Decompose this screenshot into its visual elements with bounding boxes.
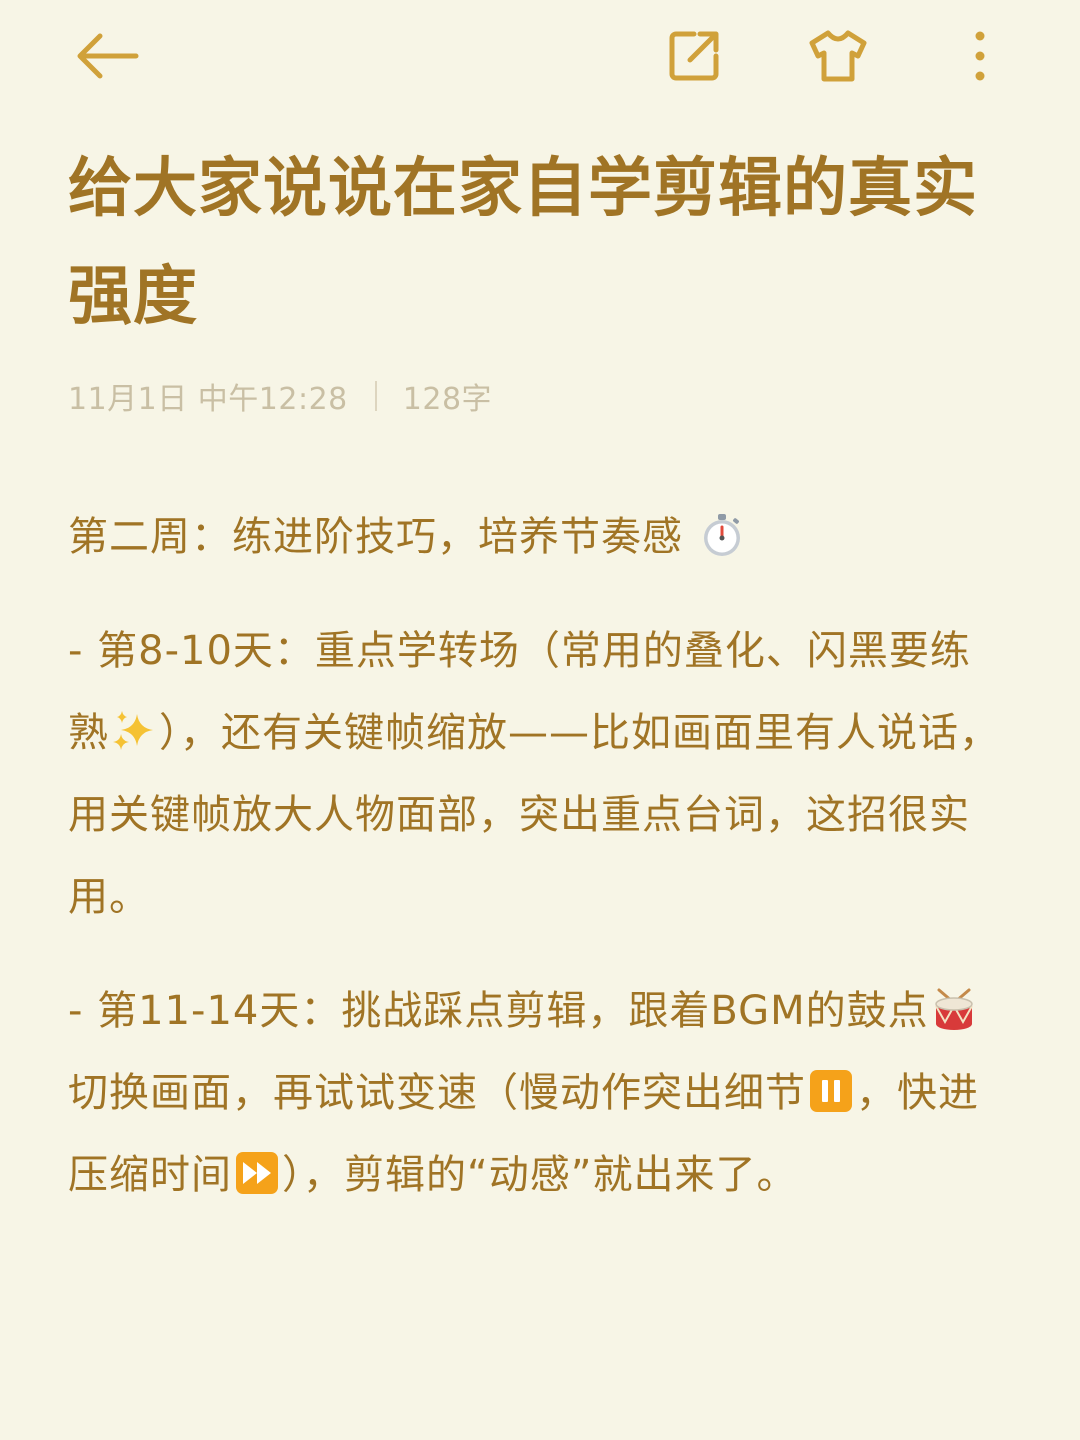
note-title: 给大家说说在家自学剪辑的真实强度	[68, 152, 978, 334]
back-arrow-icon[interactable]	[76, 24, 140, 88]
share-icon[interactable]	[662, 24, 726, 88]
pause-icon	[808, 1068, 854, 1114]
top-toolbar	[0, 0, 1080, 110]
drum-icon	[931, 986, 977, 1032]
section-heading: 第二周：练进阶技巧，培养节奏感	[68, 496, 1008, 578]
paragraph-2-text-b: 切换画面，再试试变速（慢动作突出细节	[68, 1070, 806, 1116]
note-body[interactable]: 第二周：练进阶技巧，培养节奏感 - 第8-10天：重点学转场（常用的叠化、闪黑要…	[68, 496, 1008, 1248]
fast-forward-icon	[234, 1150, 280, 1196]
paragraph-2-text-a: - 第11-14天：挑战踩点剪辑，跟着BGM的鼓点	[68, 988, 929, 1034]
paragraph-day-8-10: - 第8-10天：重点学转场（常用的叠化、闪黑要练熟 ），还有关键帧缩放——比如…	[68, 610, 1008, 938]
word-count: 128字	[402, 382, 493, 417]
more-vertical-icon[interactable]	[948, 24, 1012, 88]
sparkles-icon	[111, 708, 157, 754]
paragraph-1-text-b: ），还有关键帧缩放——比如画面里有人说话，用关键帧放大人物面部，突出重点台词，这…	[68, 710, 1000, 920]
tshirt-icon[interactable]	[806, 24, 870, 88]
note-date: 11月1日 中午12:28	[68, 382, 348, 417]
paragraph-2-text-d: ），剪辑的“动感”就出来了。	[282, 1152, 798, 1198]
note-meta: 11月1日 中午12:28 128字	[68, 372, 492, 420]
stopwatch-icon	[699, 512, 745, 558]
meta-divider	[374, 381, 377, 411]
paragraph-day-11-14: - 第11-14天：挑战踩点剪辑，跟着BGM的鼓点 切换画面，再试试变速（慢动作…	[68, 970, 1008, 1216]
section-heading-text: 第二周：练进阶技巧，培养节奏感	[68, 514, 683, 560]
